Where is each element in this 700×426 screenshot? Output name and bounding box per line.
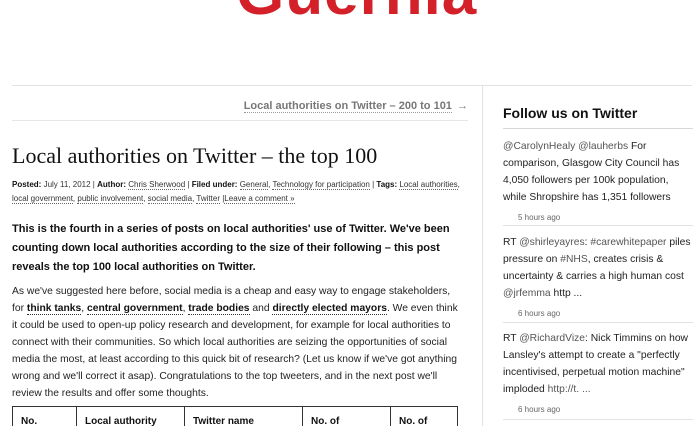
posted-label: Posted: (12, 180, 42, 189)
body-text-and: and (252, 303, 270, 314)
tweet-handle-link[interactable]: @RichardVize (519, 333, 585, 344)
tweet-timestamp[interactable]: 6 hours ago (518, 305, 693, 322)
column-header-twitter-name: Twitter name (184, 406, 303, 426)
leave-comment-link[interactable]: Leave a comment » (224, 194, 295, 204)
post-date: July 11, 2012 (43, 180, 91, 189)
author-link[interactable]: Chris Sherwood (128, 180, 186, 190)
column-header-number: No. (12, 406, 77, 426)
nav-divider (12, 120, 468, 121)
next-post-link[interactable]: Local authorities on Twitter – 200 to 10… (243, 100, 452, 113)
tag-link-social-media[interactable]: social media (147, 194, 193, 204)
central-government-link[interactable]: central government (87, 303, 183, 315)
tweet-mention-link[interactable]: @lauherbs (578, 141, 628, 152)
directly-elected-mayors-link[interactable]: directly elected mayors (272, 303, 387, 315)
next-post-nav: Local authorities on Twitter – 200 to 10… (243, 100, 468, 113)
tweet-item: @CarolynHealy @lauherbs For comparison, … (503, 138, 693, 226)
tweet-item: RT @RichardVize: Nick Timmins on how Lan… (503, 330, 693, 418)
post-lead-paragraph: This is the fourth in a series of posts … (12, 223, 450, 273)
column-header-no-of-2: No. of (390, 406, 458, 426)
tag-link-local-authorities[interactable]: Local authorities (399, 180, 458, 190)
site-logo[interactable]: Guernia (236, 0, 477, 25)
tag-link-public-involvement[interactable]: public involvement (77, 194, 144, 204)
tweet-divider (503, 419, 693, 420)
main-content: Local authorities on Twitter – 200 to 10… (12, 86, 468, 426)
post-title[interactable]: Local authorities on Twitter – the top 1… (12, 143, 468, 169)
top-100-table: No. Local authority Twitter name No. of … (12, 406, 458, 426)
tweet-divider (503, 225, 693, 226)
tweet-handle-link[interactable]: @shirleyayres (519, 237, 584, 248)
table-header-row: No. Local authority Twitter name No. of … (12, 406, 458, 426)
post-meta: Posted: July 11, 2012 | Author: Chris Sh… (12, 180, 460, 204)
sidebar-divider (482, 86, 483, 426)
tweet-timestamp[interactable]: 6 hours ago (518, 401, 693, 418)
sidebar-title-divider (503, 128, 693, 129)
tag-link-local-government[interactable]: local government (12, 194, 73, 204)
tweet-url-link[interactable]: http://t. ... (548, 384, 591, 395)
masthead: Guernia (0, 0, 700, 86)
column-header-local-authority: Local authority (76, 406, 185, 426)
think-tanks-link[interactable]: think tanks (26, 303, 82, 315)
body-text-rest: . We even think it could be used to open… (12, 303, 458, 399)
tweet-divider (503, 322, 693, 323)
follow-us-heading: Follow us on Twitter (503, 105, 638, 121)
tweet-mention-link[interactable]: @jrfemma (503, 288, 551, 299)
tweet-item: RT @shirleyayres: #carewhitepaper piles … (503, 234, 693, 322)
column-header-no-of-1: No. of (302, 406, 391, 426)
tweet-hashtag-link[interactable]: #NHS (560, 254, 587, 265)
trade-bodies-link[interactable]: trade bodies (188, 303, 250, 315)
tag-link-twitter[interactable]: Twitter (196, 194, 220, 204)
sidebar: Follow us on Twitter @CarolynHealy @lauh… (503, 86, 693, 426)
tweet-text: http ... (550, 288, 583, 299)
post-body-paragraph: As we've suggested here before, social m… (12, 286, 458, 399)
tweet-hashtag-link[interactable]: #carewhitepaper (590, 237, 666, 248)
arrow-right-icon[interactable]: → (457, 100, 468, 112)
category-link-technology[interactable]: Technology for participation (272, 180, 370, 190)
tags-label: Tags: (376, 180, 398, 189)
category-link-general[interactable]: General (239, 180, 269, 190)
tweet-rt-prefix: RT (503, 237, 520, 248)
author-label: Author: (97, 180, 126, 189)
tweet-timestamp[interactable]: 5 hours ago (518, 209, 693, 226)
tweet-handle-link[interactable]: @CarolynHealy (503, 141, 575, 152)
tweet-rt-prefix: RT (503, 333, 520, 344)
filed-under-label: Filed under: (191, 180, 238, 189)
